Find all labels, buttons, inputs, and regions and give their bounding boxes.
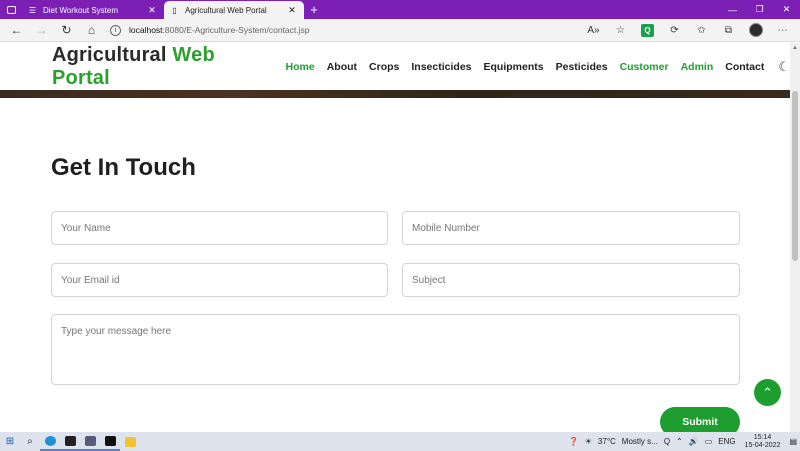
arrow-up-icon: ⌃ xyxy=(762,384,773,400)
read-aloud-icon[interactable]: A» xyxy=(580,20,607,40)
browser-tab-bar: ☰ Diet Workout System ✕ ▯ Agricultural W… xyxy=(0,0,800,19)
refresh-icon[interactable]: ↻ xyxy=(54,20,79,40)
tab-agricultural-web-portal[interactable]: ▯ Agricultural Web Portal ✕ xyxy=(164,1,304,19)
close-icon[interactable]: ✕ xyxy=(146,5,158,16)
close-icon[interactable]: ✕ xyxy=(286,5,298,16)
help-icon[interactable]: ❓ xyxy=(569,437,579,446)
network-icon[interactable]: ⌃ xyxy=(676,437,683,446)
nav-customer[interactable]: Customer xyxy=(620,61,669,73)
notification-icon[interactable]: ▤ xyxy=(789,437,797,446)
window-controls: — ❐ ✕ xyxy=(719,0,800,19)
toolbar-right: A» ☆ Q ⟳ ✩ ⧉ ⋯ xyxy=(580,20,796,40)
forward-icon[interactable]: → xyxy=(29,20,54,40)
system-tray: ❓ ☀ 37°C Mostly s... Q ⌃ 🔊 ▭ ENG 15:14 1… xyxy=(566,432,800,451)
app-icon[interactable] xyxy=(80,432,100,451)
name-input[interactable]: Your Name xyxy=(51,211,388,245)
contact-section: Get In Touch Your Name Mobile Number You… xyxy=(0,98,790,437)
site-header: Agricultural Web Portal Home About Crops… xyxy=(0,43,790,90)
windows-start-icon[interactable]: ⊞ xyxy=(0,432,20,451)
nav-equipments[interactable]: Equipments xyxy=(484,61,544,73)
favorite-add-icon[interactable]: ☆ xyxy=(607,20,634,40)
extension-q-icon[interactable]: Q xyxy=(634,20,661,40)
quick-settings-icon[interactable]: Q xyxy=(664,437,670,446)
nav-admin[interactable]: Admin xyxy=(681,61,714,73)
battery-icon[interactable]: ▭ xyxy=(705,437,713,446)
minimize-icon[interactable]: — xyxy=(719,5,746,15)
mobile-input[interactable]: Mobile Number xyxy=(402,211,740,245)
back-icon[interactable]: ← xyxy=(4,20,29,40)
profile-avatar[interactable] xyxy=(742,20,769,40)
refresh-extension-icon[interactable]: ⟳ xyxy=(661,20,688,40)
nav-about[interactable]: About xyxy=(327,61,357,73)
restore-icon[interactable]: ❐ xyxy=(746,4,773,15)
edge-browser-icon[interactable] xyxy=(40,432,60,451)
page-title: Get In Touch xyxy=(51,154,196,181)
nav-crops[interactable]: Crops xyxy=(369,61,399,73)
weather-icon[interactable]: ☀ xyxy=(585,437,592,446)
tab-diet-workout[interactable]: ☰ Diet Workout System ✕ xyxy=(22,1,164,19)
weather-temp[interactable]: 37°C xyxy=(598,437,616,446)
address-bar[interactable]: i localhost:8080/E-Agriculture-System/co… xyxy=(104,21,574,40)
nav-insecticides[interactable]: Insecticides xyxy=(411,61,471,73)
scroll-up-icon[interactable]: ▲ xyxy=(790,43,800,53)
volume-icon[interactable]: 🔊 xyxy=(689,437,699,446)
info-icon[interactable]: i xyxy=(110,24,121,36)
file-explorer-icon[interactable] xyxy=(120,432,140,451)
nav-home[interactable]: Home xyxy=(286,61,315,73)
new-tab-button[interactable]: + xyxy=(304,1,324,19)
subject-input[interactable]: Subject xyxy=(402,263,740,297)
more-icon[interactable]: ⋯ xyxy=(769,20,796,40)
tab-actions-icon[interactable] xyxy=(0,0,22,19)
url-path: :8080/E-Agriculture-System/contact.jsp xyxy=(162,25,310,35)
message-textarea[interactable]: Type your message here xyxy=(51,314,740,385)
page-scrollbar[interactable]: ▲ xyxy=(790,43,800,432)
main-nav: Home About Crops Insecticides Equipments… xyxy=(286,59,790,75)
email-input[interactable]: Your Email id xyxy=(51,263,388,297)
language-indicator[interactable]: ENG xyxy=(718,437,735,446)
dark-mode-icon[interactable]: ☾ xyxy=(778,59,790,75)
terminal-icon[interactable] xyxy=(60,432,80,451)
list-icon: ☰ xyxy=(28,5,37,15)
tab-title: Agricultural Web Portal xyxy=(185,5,267,15)
weather-text[interactable]: Mostly s... xyxy=(622,437,658,446)
date: 15-04-2022 xyxy=(744,441,781,449)
page-icon: ▯ xyxy=(172,5,177,15)
command-prompt-icon[interactable] xyxy=(100,432,120,451)
close-window-icon[interactable]: ✕ xyxy=(773,4,800,15)
favorites-icon[interactable]: ✩ xyxy=(688,20,715,40)
tab-title: Diet Workout System xyxy=(43,5,118,15)
hero-image-strip xyxy=(0,90,790,98)
nav-pesticides[interactable]: Pesticides xyxy=(556,61,608,73)
scrollbar-thumb[interactable] xyxy=(792,91,798,261)
url-host: localhost xyxy=(129,25,163,35)
time: 15:14 xyxy=(753,433,772,441)
home-icon[interactable]: ⌂ xyxy=(79,20,104,40)
clock[interactable]: 15:14 15-04-2022 xyxy=(745,434,781,450)
brand-text: Agricultural xyxy=(52,43,167,66)
nav-contact[interactable]: Contact xyxy=(725,61,764,73)
browser-toolbar: ← → ↻ ⌂ i localhost:8080/E-Agriculture-S… xyxy=(0,19,800,42)
collections-icon[interactable]: ⧉ xyxy=(715,20,742,40)
search-icon[interactable]: ⌕ xyxy=(20,432,40,451)
back-to-top-button[interactable]: ⌃ xyxy=(754,379,781,406)
site-brand[interactable]: Agricultural Web Portal xyxy=(52,44,278,90)
taskbar: ⊞ ⌕ ❓ ☀ 37°C Mostly s... Q ⌃ 🔊 ▭ ENG 15:… xyxy=(0,432,800,451)
